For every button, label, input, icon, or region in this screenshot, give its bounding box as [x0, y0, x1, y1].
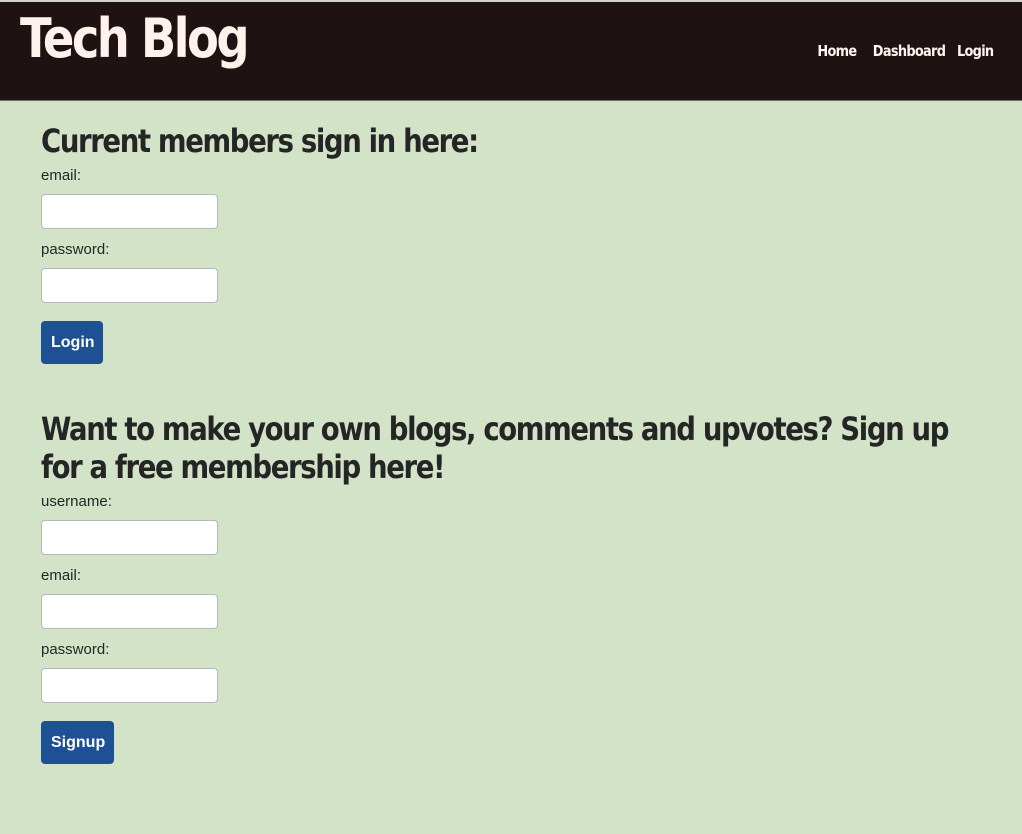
- login-password-label: password:: [41, 241, 110, 258]
- signup-password-label: password:: [41, 641, 110, 658]
- login-button[interactable]: Login: [41, 321, 103, 364]
- main-content: Current members sign in here: email: pas…: [0, 101, 1022, 764]
- login-email-input[interactable]: [41, 194, 218, 229]
- nav-link-login[interactable]: Login: [957, 42, 994, 60]
- main-nav: Home Dashboard Login: [811, 42, 994, 60]
- site-header: Tech Blog Home Dashboard Login: [0, 0, 1022, 101]
- signup-email-input[interactable]: [41, 594, 218, 629]
- login-email-label: email:: [41, 167, 82, 184]
- site-title: Tech Blog: [20, 7, 250, 70]
- login-password-input[interactable]: [41, 268, 218, 303]
- signup-form: Want to make your own blogs, comments an…: [41, 364, 1022, 764]
- signup-username-input[interactable]: [41, 520, 218, 555]
- nav-link-dashboard[interactable]: Dashboard: [873, 42, 946, 60]
- nav-link-home[interactable]: Home: [817, 42, 857, 60]
- login-form-title: Current members sign in here:: [41, 122, 479, 160]
- signup-button[interactable]: Signup: [41, 721, 114, 764]
- signup-password-input[interactable]: [41, 668, 218, 703]
- signup-form-title: Want to make your own blogs, comments an…: [41, 410, 949, 486]
- signup-email-label: email:: [41, 567, 82, 584]
- signup-username-label: username:: [41, 493, 112, 510]
- login-form: Current members sign in here: email: pas…: [41, 101, 1022, 364]
